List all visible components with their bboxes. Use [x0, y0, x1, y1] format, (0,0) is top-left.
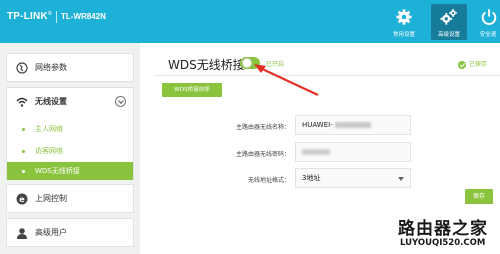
host-ssid-value: HUAWEI- [302, 121, 333, 129]
sidebar-subitem-guest-network[interactable]: 访客网络 [7, 142, 133, 160]
host-password-label: 主路由器无线密码： [235, 151, 290, 158]
sidebar-subitem-label: WDS无线桥接 [35, 167, 80, 175]
chevron-down-icon[interactable] [115, 96, 126, 107]
saved-text: 已保存 [469, 61, 488, 68]
e-circle-icon: e [16, 193, 28, 205]
nav-label: 常用设置 [392, 32, 415, 38]
redacted-blur [302, 149, 330, 155]
wifi-icon [16, 97, 28, 107]
nav-label: 高级设置 [437, 32, 460, 38]
watermark-title: 路由器之家 [398, 219, 488, 239]
sidebar-item-network[interactable]: 网络参数 [6, 53, 134, 82]
saved-indicator: 已保存 [458, 59, 487, 69]
divider [154, 75, 500, 76]
user-icon [17, 228, 27, 239]
check-circle-icon [458, 60, 466, 69]
top-header: TP-LINK® TL-WR842N 常用设置 高级设置 安全退 [0, 0, 500, 43]
svg-text:e: e [19, 195, 25, 204]
sidebar: 网络参数 无线设置 主人网络 访客网络 WDS无线桥接 e 上网控制 高级用户 [0, 43, 140, 254]
brand-registered-mark: ® [47, 11, 52, 17]
save-button[interactable]: 保存 [465, 189, 493, 204]
wds-toggle[interactable] [240, 57, 260, 69]
brand-logo: TP-LINK® [7, 11, 52, 22]
globe-icon [16, 62, 28, 74]
power-icon [481, 9, 497, 25]
menu-row: 网络参数 [7, 54, 133, 82]
sidebar-item-advanced-users[interactable]: 高级用户 [6, 218, 134, 247]
sidebar-item-internet-control[interactable]: e 上网控制 [6, 184, 134, 213]
logo-divider [56, 11, 57, 23]
sidebar-item-label: 无线设置 [35, 97, 67, 106]
address-format-select[interactable]: 3地址 [295, 168, 411, 188]
sidebar-item-label: 网络参数 [35, 63, 67, 72]
sidebar-subitem-wds-bridge[interactable]: WDS无线桥接 [7, 162, 133, 180]
toggle-status-label: 已开启 [266, 61, 285, 68]
bullet-icon [22, 128, 25, 131]
sidebar-item-wireless[interactable]: 无线设置 [7, 88, 133, 116]
address-format-value: 3地址 [302, 174, 321, 182]
wds-wizard-button[interactable]: WDS桥接向导 [162, 83, 222, 97]
address-format-label: 无线地址格式： [247, 177, 290, 184]
sidebar-item-label: 上网控制 [35, 194, 67, 203]
brand-name: TP-LINK [7, 11, 48, 22]
redacted-blur [334, 122, 371, 128]
menu-row: 高级用户 [7, 219, 133, 247]
router-model: TL-WR842N [61, 12, 106, 21]
menu-row: e 上网控制 [7, 185, 133, 213]
sidebar-group-wireless: 无线设置 主人网络 访客网络 WDS无线桥接 [6, 87, 134, 180]
page-title: WDS无线桥接 [168, 58, 245, 72]
nav-advanced-settings[interactable]: 高级设置 [431, 4, 467, 40]
chevron-down-icon [398, 177, 404, 181]
nav-logout[interactable]: 安全退 [476, 4, 500, 40]
watermark-url: LUYOUQI520.COM [400, 238, 486, 248]
nav-label: 安全退 [479, 32, 497, 38]
gears-icon [440, 8, 458, 25]
bullet-icon [22, 150, 25, 153]
host-password-input[interactable] [295, 142, 411, 162]
bullet-icon [22, 170, 25, 173]
sidebar-subitem-host-network[interactable]: 主人网络 [7, 120, 133, 138]
sidebar-item-label: 高级用户 [35, 228, 67, 237]
sidebar-subitem-label: 主人网络 [35, 125, 63, 133]
sidebar-subitem-label: 访客网络 [35, 147, 63, 155]
host-ssid-input[interactable]: HUAWEI- [295, 115, 411, 135]
gear-icon [396, 9, 412, 25]
toggle-knob [242, 58, 252, 68]
nav-common-settings[interactable]: 常用设置 [386, 4, 422, 40]
host-ssid-label: 主路由器无线名称： [235, 124, 290, 131]
